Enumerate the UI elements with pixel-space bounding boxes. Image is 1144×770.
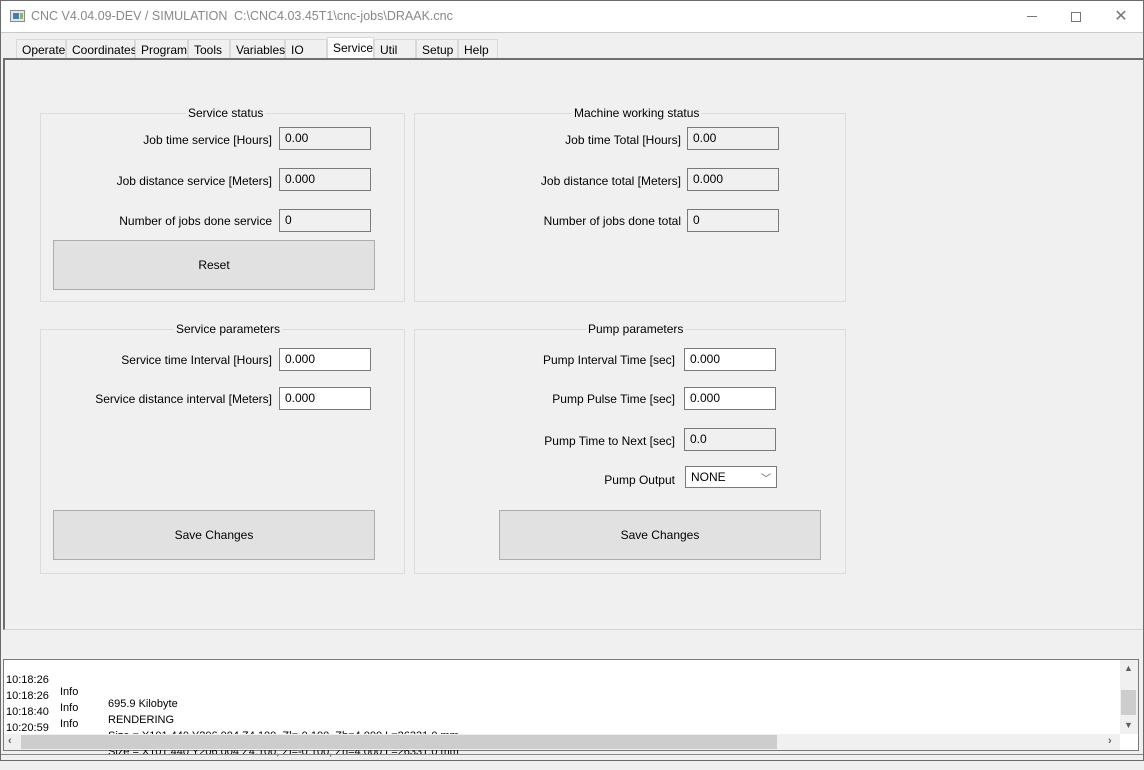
jobs-done-total-field: 0 — [687, 209, 779, 232]
horizontal-scroll-thumb[interactable] — [21, 735, 777, 749]
save-pump-parameters-button[interactable]: Save Changes — [499, 510, 821, 560]
pump-time-to-next-field: 0.0 — [684, 428, 776, 451]
scroll-left-icon[interactable]: ‹ — [8, 735, 12, 747]
jobs-done-total-label: Number of jobs done total — [543, 214, 681, 228]
service-status-title: Service status — [186, 106, 266, 120]
reset-button[interactable]: Reset — [53, 240, 375, 290]
service-parameters-group: Service parameters Service time Interval… — [40, 322, 405, 574]
pump-interval-time-label: Pump Interval Time [sec] — [542, 353, 675, 367]
job-distance-total-field: 0.000 — [687, 168, 779, 191]
vertical-scroll-thumb[interactable] — [1121, 690, 1136, 715]
save-service-parameters-button[interactable]: Save Changes — [53, 510, 375, 560]
close-button[interactable]: ✕ — [1098, 1, 1144, 32]
service-status-group: Service status Job time service [Hours] … — [40, 106, 405, 302]
tab-service[interactable]: Service — [327, 37, 374, 59]
log-message: 695.9 Kilobyte — [108, 698, 178, 710]
log-level: Info — [60, 686, 79, 698]
tab-tools[interactable]: Tools — [188, 39, 230, 59]
tab-operate[interactable]: Operate — [16, 39, 66, 59]
scroll-up-icon[interactable]: ▲ — [1124, 663, 1133, 673]
maximize-button[interactable] — [1053, 1, 1099, 32]
machine-status-title: Machine working status — [572, 106, 702, 120]
maximize-icon — [1071, 11, 1081, 22]
window-file-path: C:\CNC4.03.45T1\cnc-jobs\DRAAK.cnc — [234, 9, 453, 23]
tab-program[interactable]: Program — [135, 39, 188, 59]
cnc-window: CNC V4.04.09-DEV / SIMULATION C:\CNC4.03… — [0, 0, 1144, 761]
service-distance-interval-input[interactable]: 0.000 — [279, 387, 371, 410]
log-panel: 10:18:26 Info 695.9 Kilobyte 10:18:26 In… — [3, 659, 1139, 758]
pump-output-value: NONE — [691, 470, 726, 484]
pump-output-select[interactable]: NONE ﹀ — [685, 466, 777, 488]
minimize-icon — [1027, 16, 1037, 17]
service-panel: Service status Job time service [Hours] … — [3, 58, 1143, 630]
tab-help[interactable]: Help — [458, 39, 498, 59]
jobs-done-service-field: 0 — [279, 209, 371, 232]
app-icon — [10, 10, 25, 22]
service-time-interval-label: Service time Interval [Hours] — [121, 353, 272, 367]
service-time-interval-input[interactable]: 0.000 — [279, 348, 371, 371]
scroll-right-icon[interactable]: › — [1108, 735, 1112, 747]
tab-io[interactable]: IO — [285, 39, 327, 59]
job-time-total-field: 0.00 — [687, 127, 779, 150]
title-bar: CNC V4.04.09-DEV / SIMULATION C:\CNC4.03… — [1, 1, 1143, 32]
bottom-divider — [1, 754, 1143, 755]
log-message: RENDERING — [108, 714, 175, 726]
tab-coordinates[interactable]: Coordinates — [66, 39, 137, 59]
tab-variables[interactable]: Variables — [230, 39, 285, 59]
pump-pulse-time-label: Pump Pulse Time [sec] — [552, 392, 675, 406]
machine-status-group: Machine working status Job time Total [H… — [414, 106, 846, 302]
job-time-total-label: Job time Total [Hours] — [565, 133, 681, 147]
close-icon: ✕ — [1114, 7, 1128, 25]
job-time-service-field: 0.00 — [279, 127, 371, 150]
pump-pulse-time-input[interactable]: 0.000 — [684, 387, 776, 410]
pump-interval-time-input[interactable]: 0.000 — [684, 348, 776, 371]
log-level: Info — [60, 702, 79, 714]
scroll-down-icon[interactable]: ▼ — [1124, 720, 1133, 730]
log-horizontal-scrollbar[interactable]: ‹ › — [4, 734, 1120, 750]
job-time-service-label: Job time service [Hours] — [143, 133, 272, 147]
tab-setup[interactable]: Setup — [416, 39, 458, 59]
window-title: CNC V4.04.09-DEV / SIMULATION — [31, 9, 228, 23]
jobs-done-service-label: Number of jobs done service — [119, 214, 272, 228]
log-level: Info — [60, 718, 79, 730]
pump-time-to-next-label: Pump Time to Next [sec] — [544, 434, 675, 448]
service-parameters-title: Service parameters — [174, 322, 283, 336]
service-distance-interval-label: Service distance interval [Meters] — [95, 392, 272, 406]
job-distance-service-label: Job distance service [Meters] — [116, 174, 272, 188]
tab-util[interactable]: Util — [374, 39, 416, 59]
job-distance-service-field: 0.000 — [279, 168, 371, 191]
log-vertical-scrollbar[interactable]: ▲ ▼ — [1120, 660, 1138, 734]
pump-output-label: Pump Output — [604, 473, 675, 487]
pump-parameters-group: Pump parameters Pump Interval Time [sec]… — [414, 322, 846, 574]
minimize-button[interactable] — [1009, 1, 1055, 32]
tab-bar: Operate Coordinates Program Tools Variab… — [1, 32, 1143, 59]
pump-parameters-title: Pump parameters — [586, 322, 686, 336]
log-time: 10:20:59 — [6, 722, 49, 734]
job-distance-total-label: Job distance total [Meters] — [540, 174, 681, 188]
chevron-down-icon: ﹀ — [761, 474, 771, 485]
